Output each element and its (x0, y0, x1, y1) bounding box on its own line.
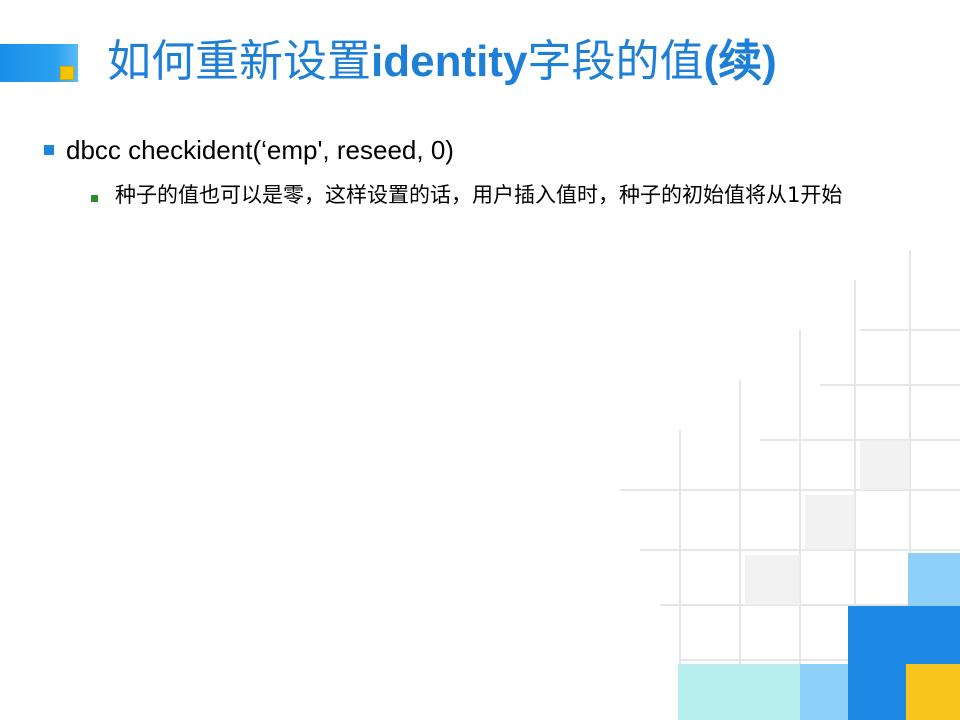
bullet-square-icon (44, 145, 54, 155)
bullet-level1-text: dbcc checkident(‘emp', reseed, 0) (66, 135, 454, 165)
deco-yellow-block (906, 664, 960, 720)
slide: 如何重新设置identity字段的值(续) dbcc checkident(‘e… (0, 0, 960, 720)
bullet-level2-text: 种子的值也可以是零，这样设置的话，用户插入值时，种子的初始值将从1开始 (115, 183, 843, 207)
title-latin: identity (371, 37, 528, 86)
deco-light-blue-block-top (908, 553, 960, 606)
title-accent-square (60, 66, 74, 80)
background-grid-decoration (620, 250, 960, 720)
title-cn-suffix: 字段的值 (527, 36, 704, 87)
deco-cyan-block (678, 664, 800, 720)
slide-title: 如何重新设置identity字段的值(续) (107, 32, 777, 92)
title-cn-prefix: 如何重新设置 (107, 36, 371, 87)
deco-light-blue-block-bottom (800, 664, 848, 720)
title-paren: (续) (703, 37, 777, 86)
sub-bullet-square-icon (91, 195, 98, 202)
